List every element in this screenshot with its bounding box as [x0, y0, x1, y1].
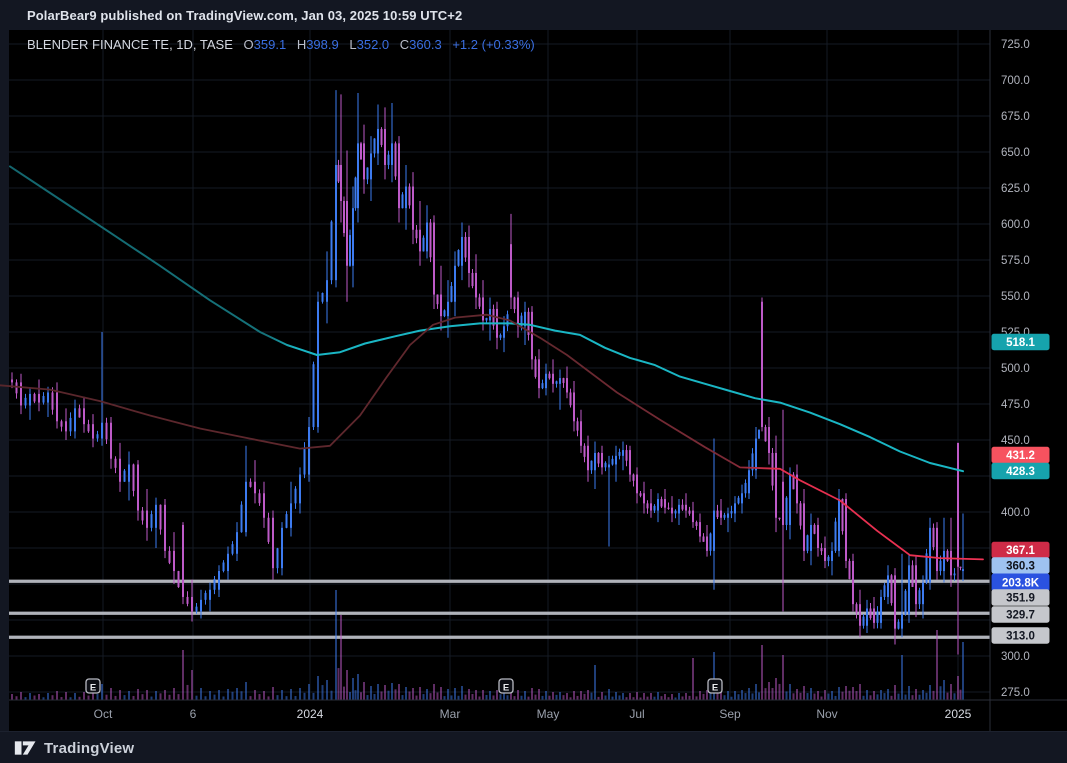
svg-text:313.0: 313.0: [1006, 631, 1035, 643]
ohlc-close-value: 360.3: [409, 37, 442, 52]
attribution-text: PolarBear9 published on TradingView.com,…: [27, 7, 463, 23]
tradingview-published-chart: PolarBear9 published on TradingView.com,…: [0, 0, 1067, 763]
time-axis-label: 2024: [297, 707, 324, 721]
price-change: +1.2 (+0.33%): [452, 37, 535, 52]
price-axis-label: 450.0: [1001, 435, 1030, 447]
price-badge-313.0: 313.0: [991, 627, 1050, 644]
footer-bar: TradingView: [0, 731, 1067, 763]
svg-text:203.8K: 203.8K: [1002, 578, 1040, 590]
time-axis-label: Jul: [629, 707, 644, 721]
ohlc-low-value: 352.0: [356, 37, 390, 52]
ohlc-open-key: O: [243, 37, 254, 52]
time-axis-label: 6: [190, 707, 197, 721]
ohlc-high-value: 398.9: [306, 37, 339, 52]
svg-text:431.2: 431.2: [1006, 450, 1035, 462]
price-badge-428.3: 428.3: [991, 462, 1050, 480]
price-axis-label: 700.0: [1001, 75, 1030, 87]
price-axis-label: 575.0: [1001, 255, 1030, 267]
chart-pane[interactable]: [0, 30, 1067, 731]
price-axis-label: 675.0: [1001, 111, 1030, 123]
price-badge-360.3: 360.3: [991, 557, 1050, 574]
svg-text:518.1: 518.1: [1006, 337, 1035, 349]
price-axis-label: 475.0: [1001, 399, 1030, 411]
price-badge-518.1: 518.1: [991, 333, 1050, 351]
symbol-title: BLENDER FINANCE TE, 1D, TASE: [27, 37, 233, 52]
earnings-icon[interactable]: E: [85, 678, 101, 694]
svg-text:351.9: 351.9: [1006, 593, 1035, 605]
svg-text:428.3: 428.3: [1006, 466, 1035, 478]
tradingview-logo[interactable]: TradingView: [14, 740, 134, 757]
price-axis-label: 650.0: [1001, 147, 1030, 159]
tradingview-wordmark: TradingView: [44, 739, 135, 757]
price-axis-label: 275.0: [1001, 687, 1030, 699]
time-axis-label: Sep: [719, 707, 741, 721]
svg-text:E: E: [90, 683, 96, 694]
svg-text:E: E: [712, 683, 718, 694]
tradingview-logo-icon: [14, 741, 36, 755]
time-axis-label: May: [537, 707, 560, 721]
chart-svg[interactable]: E E E 725.0 700.0 675.0 650.0 625.0 600.0 575.0 55…: [0, 30, 1067, 731]
ohlc-high-key: H: [296, 37, 307, 52]
price-axis-label: 625.0: [1001, 183, 1030, 195]
price-axis-label: 400.0: [1001, 507, 1030, 519]
svg-text:360.3: 360.3: [1006, 561, 1035, 573]
time-axis-label: 2025: [945, 707, 972, 721]
symbol-legend: BLENDER FINANCE TE, 1D, TASE O359.1 H398…: [27, 37, 535, 52]
svg-text:367.1: 367.1: [1006, 545, 1035, 557]
price-badge-351.9: 351.9: [991, 589, 1050, 606]
ohlc-low-key: L: [349, 37, 357, 52]
price-badge-203.8K: 203.8K: [991, 573, 1050, 592]
price-axis-label: 600.0: [1001, 219, 1030, 231]
time-axis-label: Oct: [94, 707, 113, 721]
price-badge-431.2: 431.2: [991, 446, 1050, 464]
price-axis-label: 550.0: [1001, 291, 1030, 303]
ohlc-open-value: 359.1: [253, 37, 287, 52]
earnings-icon[interactable]: E: [498, 678, 514, 694]
price-axis-label: 500.0: [1001, 363, 1030, 375]
price-badge-367.1: 367.1: [991, 541, 1050, 559]
ohlc-close-key: C: [399, 37, 410, 52]
svg-text:E: E: [503, 683, 509, 694]
price-axis-label: 725.0: [1001, 39, 1030, 51]
price-badge-329.7: 329.7: [991, 606, 1050, 623]
price-axis-label: 300.0: [1001, 651, 1030, 663]
svg-text:329.7: 329.7: [1006, 610, 1035, 622]
time-axis-label: Mar: [440, 707, 461, 721]
earnings-icon[interactable]: E: [707, 678, 723, 694]
attribution-bar: PolarBear9 published on TradingView.com,…: [0, 0, 1067, 30]
chart-area[interactable]: E E E 725.0 700.0 675.0 650.0 625.0 600.0 575.0 55…: [0, 30, 1067, 731]
time-axis-label: Nov: [816, 707, 837, 721]
